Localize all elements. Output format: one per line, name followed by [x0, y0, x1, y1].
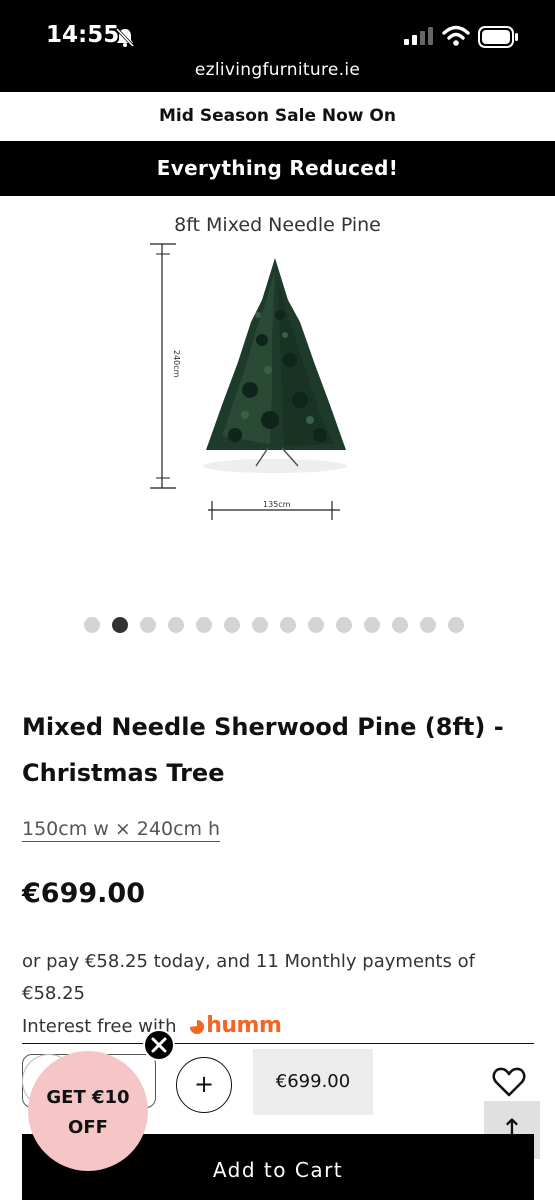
status-bar: 14:55 ezlivingfurniture.ie	[0, 0, 555, 92]
close-icon[interactable]	[143, 1029, 175, 1061]
finance-interest-line: Interest free with humm	[22, 1010, 534, 1043]
product-dimensions[interactable]: 150cm w × 240cm h	[22, 818, 221, 842]
carousel-dot[interactable]	[224, 617, 240, 633]
signal-icon	[404, 27, 433, 45]
humm-logo[interactable]: humm	[206, 1013, 282, 1038]
width-label: 135cm	[263, 500, 291, 509]
image-caption: 8ft Mixed Needle Pine	[174, 214, 381, 236]
humm-logo-icon	[190, 1020, 205, 1034]
product-image[interactable]: 240cm 135cm	[150, 240, 360, 525]
height-label: 240cm	[172, 350, 181, 378]
bell-off-icon	[115, 27, 135, 48]
carousel-dot[interactable]	[84, 617, 100, 633]
carousel-dots	[84, 617, 464, 633]
carousel-dot[interactable]	[140, 617, 156, 633]
product-title: Mixed Needle Sherwood Pine (8ft) - Chris…	[22, 713, 504, 787]
carousel-dot[interactable]	[364, 617, 380, 633]
carousel-dot[interactable]	[392, 617, 408, 633]
reduced-banner[interactable]: Everything Reduced!	[0, 141, 555, 196]
url-bar[interactable]: ezlivingfurniture.ie	[0, 60, 555, 80]
carousel-dot[interactable]	[168, 617, 184, 633]
line-total: €699.00	[253, 1049, 373, 1115]
battery-icon	[478, 26, 518, 48]
carousel-dot[interactable]	[420, 617, 436, 633]
carousel-dot[interactable]	[336, 617, 352, 633]
offer-line2: OFF	[68, 1117, 108, 1138]
wifi-icon	[442, 25, 470, 46]
quantity-plus-button[interactable]: +	[176, 1057, 232, 1113]
heart-icon[interactable]	[492, 1066, 526, 1098]
status-time: 14:55	[46, 22, 120, 48]
discount-offer-badge[interactable]: GET €10 OFF	[28, 1051, 148, 1171]
carousel-dot[interactable]	[112, 617, 128, 633]
carousel-dot[interactable]	[448, 617, 464, 633]
finance-text: or pay €58.25 today, and 11 Monthly paym…	[22, 951, 475, 1004]
carousel-dot[interactable]	[308, 617, 324, 633]
carousel-dot[interactable]	[252, 617, 268, 633]
offer-line1: GET €10	[46, 1087, 130, 1108]
product-price: €699.00	[22, 878, 145, 909]
carousel-dot[interactable]	[196, 617, 212, 633]
sale-banner[interactable]: Mid Season Sale Now On	[0, 92, 555, 140]
finance-info: or pay €58.25 today, and 11 Monthly paym…	[22, 946, 534, 1044]
carousel-dot[interactable]	[280, 617, 296, 633]
